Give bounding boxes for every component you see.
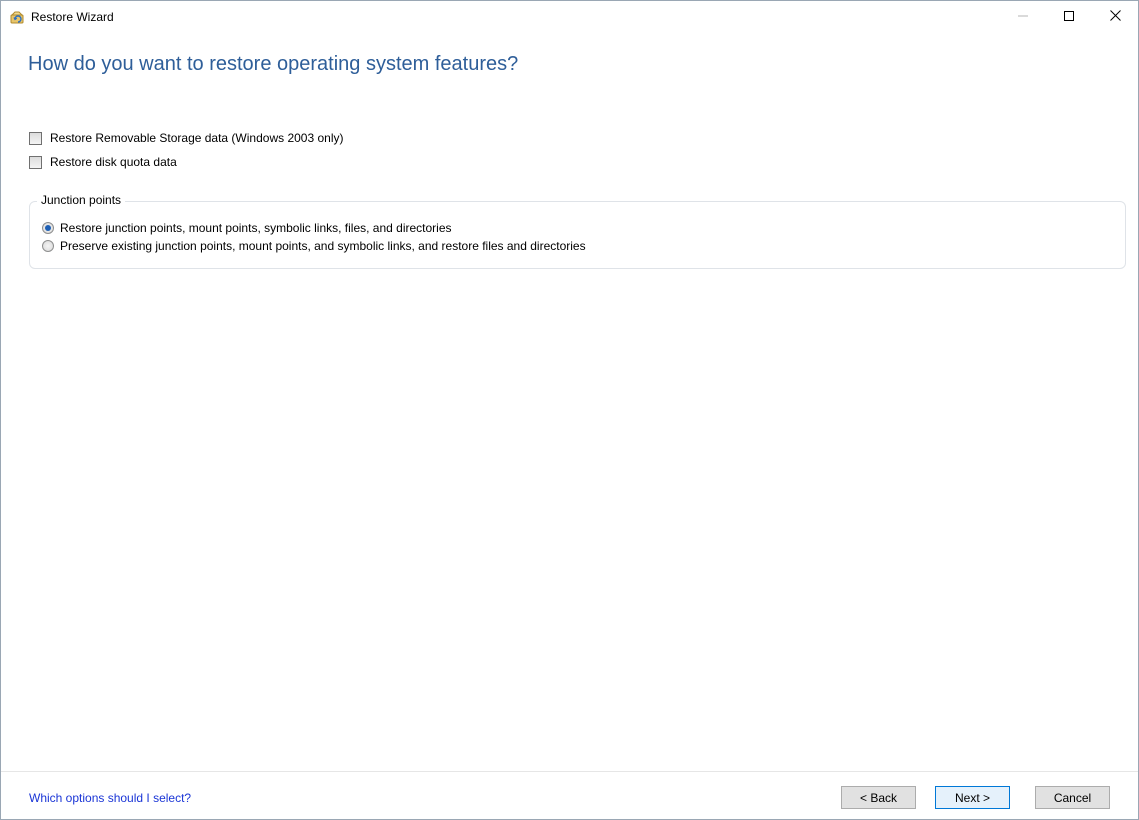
minimize-button[interactable]: [1000, 1, 1046, 33]
footer-divider: [1, 771, 1138, 772]
maximize-button[interactable]: [1046, 1, 1092, 33]
preserve-junction-points-radio[interactable]: [42, 240, 54, 252]
cancel-button[interactable]: Cancel: [1035, 786, 1110, 809]
restore-junction-points-option[interactable]: Restore junction points, mount points, s…: [42, 221, 452, 235]
disk-quota-option[interactable]: Restore disk quota data: [29, 155, 177, 169]
preserve-junction-points-option[interactable]: Preserve existing junction points, mount…: [42, 239, 586, 253]
back-button[interactable]: < Back: [841, 786, 916, 809]
restore-wizard-window: Restore Wizard How do you want to restor…: [0, 0, 1139, 820]
close-button[interactable]: [1092, 1, 1138, 33]
next-button[interactable]: Next >: [935, 786, 1010, 809]
restore-junction-points-radio[interactable]: [42, 222, 54, 234]
help-link[interactable]: Which options should I select?: [29, 791, 191, 805]
disk-quota-checkbox[interactable]: [29, 155, 42, 169]
junction-points-legend: Junction points: [37, 193, 126, 207]
restore-wizard-icon: [9, 9, 25, 25]
restore-junction-points-label: Restore junction points, mount points, s…: [60, 221, 452, 235]
removable-storage-option[interactable]: Restore Removable Storage data (Windows …: [29, 131, 343, 145]
removable-storage-checkbox[interactable]: [29, 131, 42, 145]
page-heading: How do you want to restore operating sys…: [28, 53, 519, 75]
minimize-icon: [1018, 10, 1028, 24]
close-icon: [1109, 10, 1121, 24]
junction-points-group: [29, 201, 1126, 269]
preserve-junction-points-label: Preserve existing junction points, mount…: [60, 239, 586, 253]
disk-quota-label: Restore disk quota data: [50, 155, 177, 169]
maximize-icon: [1064, 10, 1074, 24]
window-title: Restore Wizard: [31, 10, 114, 24]
radio-selected-dot: [45, 225, 51, 231]
title-bar[interactable]: Restore Wizard: [1, 1, 1138, 33]
removable-storage-label: Restore Removable Storage data (Windows …: [50, 131, 344, 145]
